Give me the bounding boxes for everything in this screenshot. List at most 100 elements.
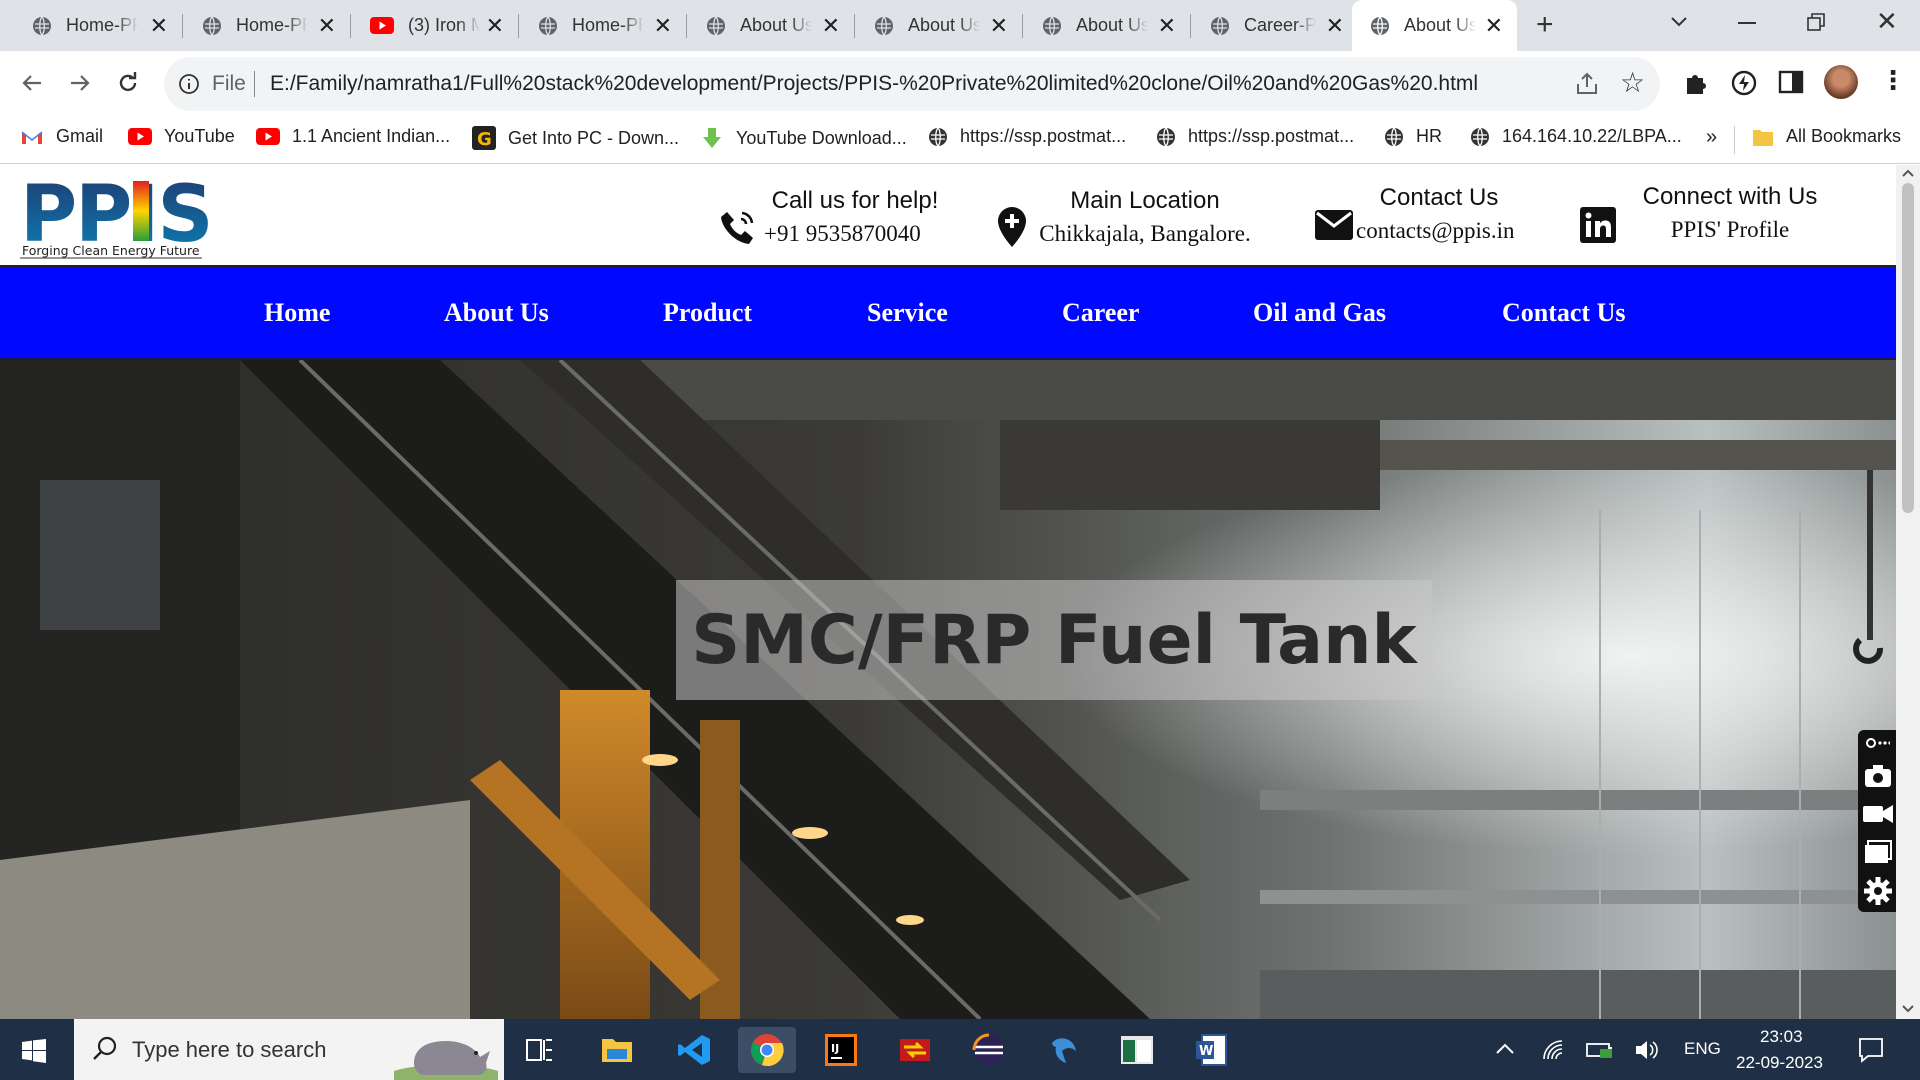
browser-tab-active[interactable]: About Us ✕ — [1352, 0, 1517, 51]
bookmark-item[interactable]: https://ssp.postmat... — [928, 126, 1126, 147]
reload-icon[interactable] — [116, 71, 140, 95]
tab-search-chevron-icon[interactable] — [1670, 16, 1688, 28]
clock-date[interactable]: 22-09-2023 — [1736, 1053, 1823, 1073]
volume-icon[interactable] — [1634, 1039, 1660, 1061]
bookmark-item[interactable]: G Get Into PC - Down... — [472, 126, 679, 150]
close-tab-icon[interactable]: ✕ — [1326, 13, 1344, 39]
taskbar-eclipse[interactable] — [960, 1027, 1018, 1073]
close-tab-icon[interactable]: ✕ — [318, 13, 336, 39]
envelope-icon — [1315, 210, 1353, 240]
camera-icon[interactable] — [1864, 764, 1892, 788]
scrollbar-thumb[interactable] — [1902, 183, 1914, 513]
svg-text:IJ: IJ — [831, 1042, 839, 1055]
taskbar-filezilla[interactable] — [886, 1027, 944, 1073]
network-icon[interactable] — [1542, 1039, 1564, 1061]
scroll-down-icon[interactable] — [1902, 1005, 1914, 1013]
tab-divider — [518, 14, 519, 38]
scroll-up-icon[interactable] — [1902, 169, 1914, 177]
taskbar-spreadsheet[interactable] — [1108, 1027, 1166, 1073]
bookmark-item[interactable]: YouTube — [128, 126, 235, 147]
tab-title: About Us — [908, 15, 980, 35]
bookmarks-divider — [1734, 126, 1735, 154]
close-tab-icon[interactable]: ✕ — [1158, 13, 1176, 39]
taskbar-mysql-workbench[interactable] — [1034, 1027, 1092, 1073]
browser-tab[interactable]: Home-PPIS ✕ — [184, 0, 350, 51]
windows-start-icon[interactable] — [22, 1039, 46, 1063]
bookmark-item[interactable]: YouTube Download... — [700, 126, 907, 150]
bookmark-item[interactable]: https://ssp.postmat... — [1156, 126, 1354, 147]
forward-arrow-icon[interactable] — [68, 71, 92, 95]
capture-settings-icon[interactable] — [1866, 736, 1890, 750]
close-tab-icon[interactable]: ✕ — [990, 13, 1008, 39]
taskbar-search[interactable]: Type here to search — [74, 1019, 504, 1080]
url-text[interactable]: E:/Family/namratha1/Full%20stack%20devel… — [270, 72, 1478, 96]
tab-title: Home-PPIS — [236, 15, 308, 35]
browser-tab[interactable]: (3) Iron Man ✕ — [352, 0, 518, 51]
video-camera-icon[interactable] — [1863, 804, 1893, 824]
close-tab-icon[interactable]: ✕ — [1485, 13, 1503, 39]
restore-icon[interactable] — [1807, 13, 1825, 31]
all-bookmarks-button[interactable]: All Bookmarks — [1752, 126, 1901, 147]
close-tab-icon[interactable]: ✕ — [150, 13, 168, 39]
gear-icon[interactable] — [1863, 876, 1893, 906]
linkedin-icon[interactable] — [1580, 207, 1616, 243]
info-icon[interactable] — [178, 73, 200, 95]
close-window-icon[interactable]: ✕ — [1876, 6, 1898, 37]
bookmark-item[interactable]: 164.164.10.22/LBPA... — [1470, 126, 1682, 147]
download-icon — [703, 128, 721, 148]
phone-number[interactable]: +91 9535870040 — [764, 221, 950, 247]
bookmark-item[interactable]: Gmail — [20, 126, 103, 147]
bookmark-item[interactable]: 1.1 Ancient Indian... — [256, 126, 450, 147]
address-bar[interactable]: File E:/Family/namratha1/Full%20stack%20… — [164, 57, 1660, 111]
menu-kebab-icon[interactable]: ⋮ — [1880, 65, 1906, 96]
browser-tab[interactable]: About Us ✕ — [1024, 0, 1190, 51]
back-arrow-icon[interactable] — [20, 71, 44, 95]
clock-time[interactable]: 23:03 — [1760, 1027, 1803, 1047]
chrome-icon — [750, 1034, 784, 1067]
battery-icon[interactable] — [1586, 1041, 1614, 1059]
svg-text:G: G — [477, 129, 492, 150]
nav-about-us[interactable]: About Us — [444, 298, 549, 328]
call-contact: Call us for help! +91 9535870040 — [760, 187, 950, 247]
nav-career[interactable]: Career — [1062, 298, 1139, 328]
nav-home[interactable]: Home — [264, 298, 330, 328]
taskbar-word[interactable]: W — [1182, 1027, 1240, 1073]
bookmarks-overflow-button[interactable]: » — [1706, 126, 1717, 149]
side-panel-icon[interactable] — [1778, 69, 1804, 95]
profile-avatar[interactable] — [1824, 65, 1858, 99]
email-contact: Contact Us contacts@ppis.in — [1354, 184, 1524, 244]
bookmark-star-icon[interactable]: ☆ — [1620, 66, 1645, 99]
page-scrollbar[interactable] — [1896, 165, 1920, 1019]
task-view-icon[interactable] — [526, 1037, 554, 1063]
browser-tab[interactable]: Career-PPIS ✕ — [1192, 0, 1358, 51]
close-tab-icon[interactable]: ✕ — [822, 13, 840, 39]
tray-chevron-up-icon[interactable] — [1496, 1043, 1514, 1055]
nav-product[interactable]: Product — [663, 298, 752, 328]
tab-divider — [1190, 14, 1191, 38]
taskbar-file-explorer[interactable] — [588, 1027, 646, 1073]
ppis-logo[interactable]: PPIS Forging Clean Energy Future — [20, 171, 210, 263]
browser-tab[interactable]: About Us ✕ — [856, 0, 1022, 51]
nav-oil-and-gas[interactable]: Oil and Gas — [1253, 298, 1386, 328]
language-indicator[interactable]: ENG — [1684, 1039, 1721, 1059]
taskbar-vscode[interactable] — [664, 1027, 722, 1073]
email-link[interactable]: contacts@ppis.in — [1356, 218, 1524, 244]
browser-tab[interactable]: About Us ✕ — [688, 0, 854, 51]
taskbar-intellij[interactable]: IJ — [812, 1027, 870, 1073]
taskbar-chrome[interactable] — [738, 1027, 796, 1073]
window-capture-icon[interactable] — [1864, 840, 1892, 864]
linkedin-profile-link[interactable]: PPIS' Profile — [1628, 217, 1832, 243]
nav-contact-us[interactable]: Contact Us — [1502, 298, 1626, 328]
browser-tab[interactable]: Home-PPIS ✕ — [14, 0, 182, 51]
new-tab-icon[interactable]: + — [1536, 8, 1554, 42]
close-tab-icon[interactable]: ✕ — [486, 13, 504, 39]
bookmark-item[interactable]: HR — [1384, 126, 1442, 147]
close-tab-icon[interactable]: ✕ — [654, 13, 672, 39]
performance-icon[interactable] — [1730, 69, 1758, 97]
browser-tab[interactable]: Home-PPIS ✕ — [520, 0, 686, 51]
minimize-icon[interactable] — [1738, 22, 1756, 24]
extensions-puzzle-icon[interactable] — [1682, 69, 1710, 97]
notification-icon[interactable] — [1858, 1037, 1884, 1063]
nav-service[interactable]: Service — [867, 298, 948, 328]
share-icon[interactable] — [1574, 71, 1600, 97]
